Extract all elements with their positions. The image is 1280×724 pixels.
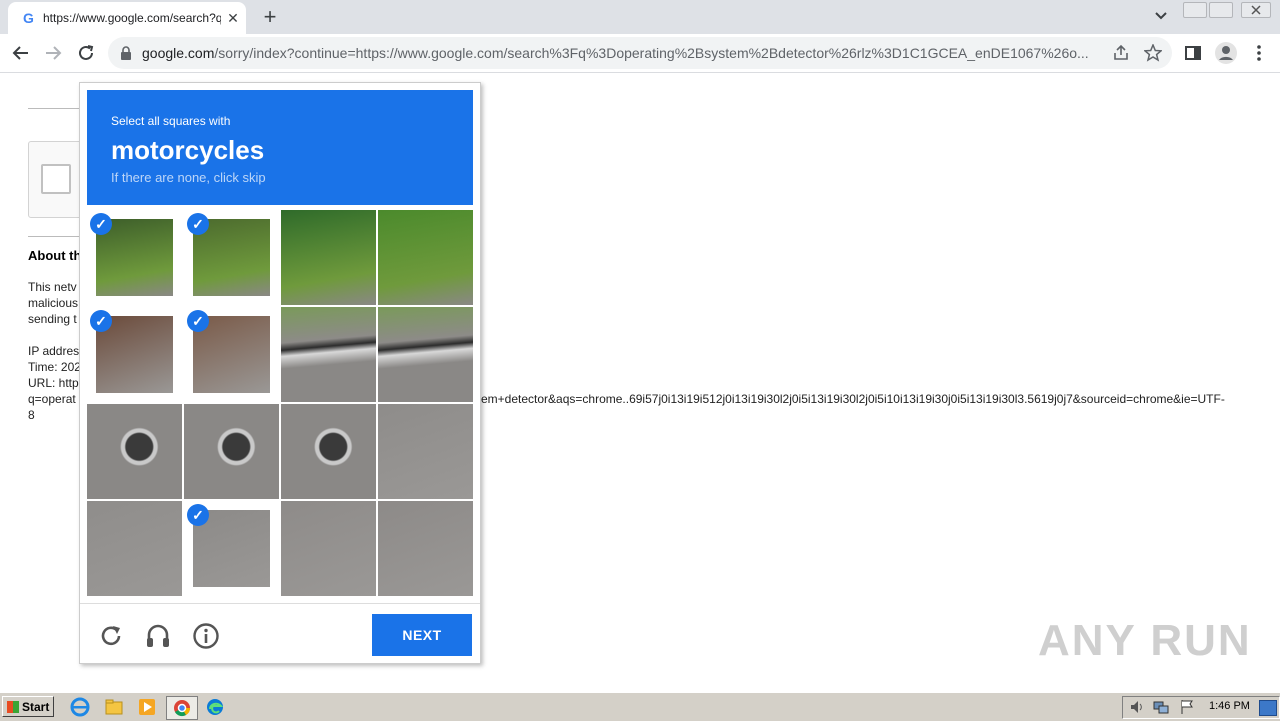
tile-image: [378, 404, 473, 499]
url-text[interactable]: google.com/sorry/index?continue=https://…: [142, 45, 1100, 61]
tab-search-icon[interactable]: [1149, 6, 1173, 26]
captcha-tile[interactable]: [378, 501, 473, 596]
checkmark-icon: ✓: [187, 310, 209, 332]
start-button[interactable]: Start: [2, 696, 54, 717]
chrome-icon: [174, 700, 191, 717]
start-label: Start: [22, 699, 50, 714]
next-button[interactable]: NEXT: [372, 614, 472, 656]
menu-dots-icon[interactable]: [1250, 43, 1268, 63]
time-label: Time: 202: [28, 360, 81, 374]
challenge-header: Select all squares with motorcycles If t…: [87, 90, 473, 205]
svg-text:G: G: [23, 10, 34, 26]
tile-image: [281, 404, 376, 499]
captcha-tile[interactable]: [281, 501, 376, 596]
challenge-footer: NEXT: [80, 603, 480, 664]
forward-arrow-icon[interactable]: [40, 40, 66, 66]
captcha-tile[interactable]: ✓: [87, 307, 182, 402]
challenge-target: motorcycles: [111, 135, 265, 165]
url-value-start: q=operat: [28, 392, 76, 406]
captcha-tile[interactable]: [378, 210, 473, 305]
volume-icon[interactable]: [1129, 699, 1145, 715]
captcha-tile[interactable]: [87, 501, 182, 596]
system-tray: 1:46 PM: [1122, 696, 1280, 719]
body-text-line: sending t: [28, 312, 77, 326]
internet-explorer-icon[interactable]: [70, 697, 90, 717]
audio-challenge-icon[interactable]: [144, 622, 172, 650]
minimize-icon[interactable]: [1183, 2, 1207, 18]
body-text-line: malicious: [28, 296, 79, 310]
address-bar[interactable]: google.com/sorry/index?continue=https://…: [108, 37, 1172, 69]
about-heading: About th: [28, 248, 82, 263]
url-value-end: 8: [28, 408, 35, 422]
close-window-icon[interactable]: [1241, 2, 1271, 18]
url-path: /sorry/index?continue=https://www.google…: [214, 45, 1089, 61]
tile-image: [281, 307, 376, 402]
profile-avatar-icon[interactable]: [1214, 41, 1238, 65]
tile-image: [281, 501, 376, 596]
ip-address-label: IP addres: [28, 344, 80, 358]
tile-image: [378, 501, 473, 596]
tab-strip: G https://www.google.com/search?q= ✕ +: [0, 0, 1280, 34]
captcha-tile[interactable]: ✓: [184, 210, 279, 305]
challenge-instruction: Select all squares with: [111, 114, 231, 128]
clock: 1:46 PM: [1209, 700, 1250, 712]
tab-title: https://www.google.com/search?q=: [43, 11, 221, 25]
anyrun-watermark: ANY RUN: [1038, 616, 1252, 665]
show-desktop-icon[interactable]: [1259, 700, 1277, 716]
captcha-tile[interactable]: [281, 307, 376, 402]
file-explorer-icon[interactable]: [104, 697, 124, 717]
captcha-tile[interactable]: ✓: [87, 210, 182, 305]
taskbar: Start 1:46 PM: [0, 692, 1280, 721]
checkmark-icon: ✓: [90, 310, 112, 332]
share-icon[interactable]: [1112, 44, 1130, 62]
checkmark-icon: ✓: [187, 504, 209, 526]
side-panel-icon[interactable]: [1184, 44, 1202, 62]
lock-icon[interactable]: [121, 46, 131, 60]
new-tab-button[interactable]: +: [258, 5, 282, 29]
captcha-tile[interactable]: [378, 404, 473, 499]
flag-icon[interactable]: [1179, 699, 1195, 715]
tile-image: [87, 501, 182, 596]
windows-logo-icon: [7, 700, 19, 713]
restore-icon[interactable]: [1209, 2, 1233, 18]
url-value-tail: em+detector&aqs=chrome..69i57j0i13i19i51…: [481, 392, 1225, 406]
tile-image: [378, 210, 473, 305]
tile-image: [281, 210, 376, 305]
captcha-tile[interactable]: [87, 404, 182, 499]
chrome-taskbar-button[interactable]: [166, 696, 198, 720]
body-text-line: This netv: [28, 280, 77, 294]
captcha-tile[interactable]: [378, 307, 473, 402]
browser-toolbar: google.com/sorry/index?continue=https://…: [0, 34, 1280, 73]
captcha-tile[interactable]: ✓: [184, 501, 279, 596]
info-icon[interactable]: [192, 622, 220, 650]
url-host: google.com: [142, 45, 215, 61]
captcha-tile[interactable]: ✓: [184, 307, 279, 402]
challenge-hint: If there are none, click skip: [111, 170, 266, 185]
tab-close-icon[interactable]: ✕: [223, 8, 243, 28]
recaptcha-checkbox[interactable]: [41, 164, 71, 194]
image-grid: ✓ ✓ ✓ ✓ ✓: [87, 210, 473, 596]
checkmark-icon: ✓: [187, 213, 209, 235]
checkmark-icon: ✓: [90, 213, 112, 235]
captcha-tile[interactable]: [281, 404, 376, 499]
media-player-icon[interactable]: [137, 697, 157, 717]
captcha-challenge-dialog: Select all squares with motorcycles If t…: [79, 82, 481, 664]
reload-challenge-icon[interactable]: [97, 622, 125, 650]
tile-image: [87, 404, 182, 499]
edge-icon[interactable]: [205, 697, 225, 717]
google-favicon-icon: G: [21, 10, 37, 26]
bookmark-star-icon[interactable]: [1143, 43, 1163, 62]
captcha-tile[interactable]: [184, 404, 279, 499]
network-icon[interactable]: [1153, 699, 1169, 715]
browser-tab[interactable]: G https://www.google.com/search?q= ✕: [8, 2, 246, 34]
tile-image: [378, 307, 473, 402]
tile-image: [184, 404, 279, 499]
url-label: URL: http: [28, 376, 79, 390]
back-arrow-icon[interactable]: [8, 40, 34, 66]
reload-icon[interactable]: [73, 40, 99, 66]
captcha-tile[interactable]: [281, 210, 376, 305]
